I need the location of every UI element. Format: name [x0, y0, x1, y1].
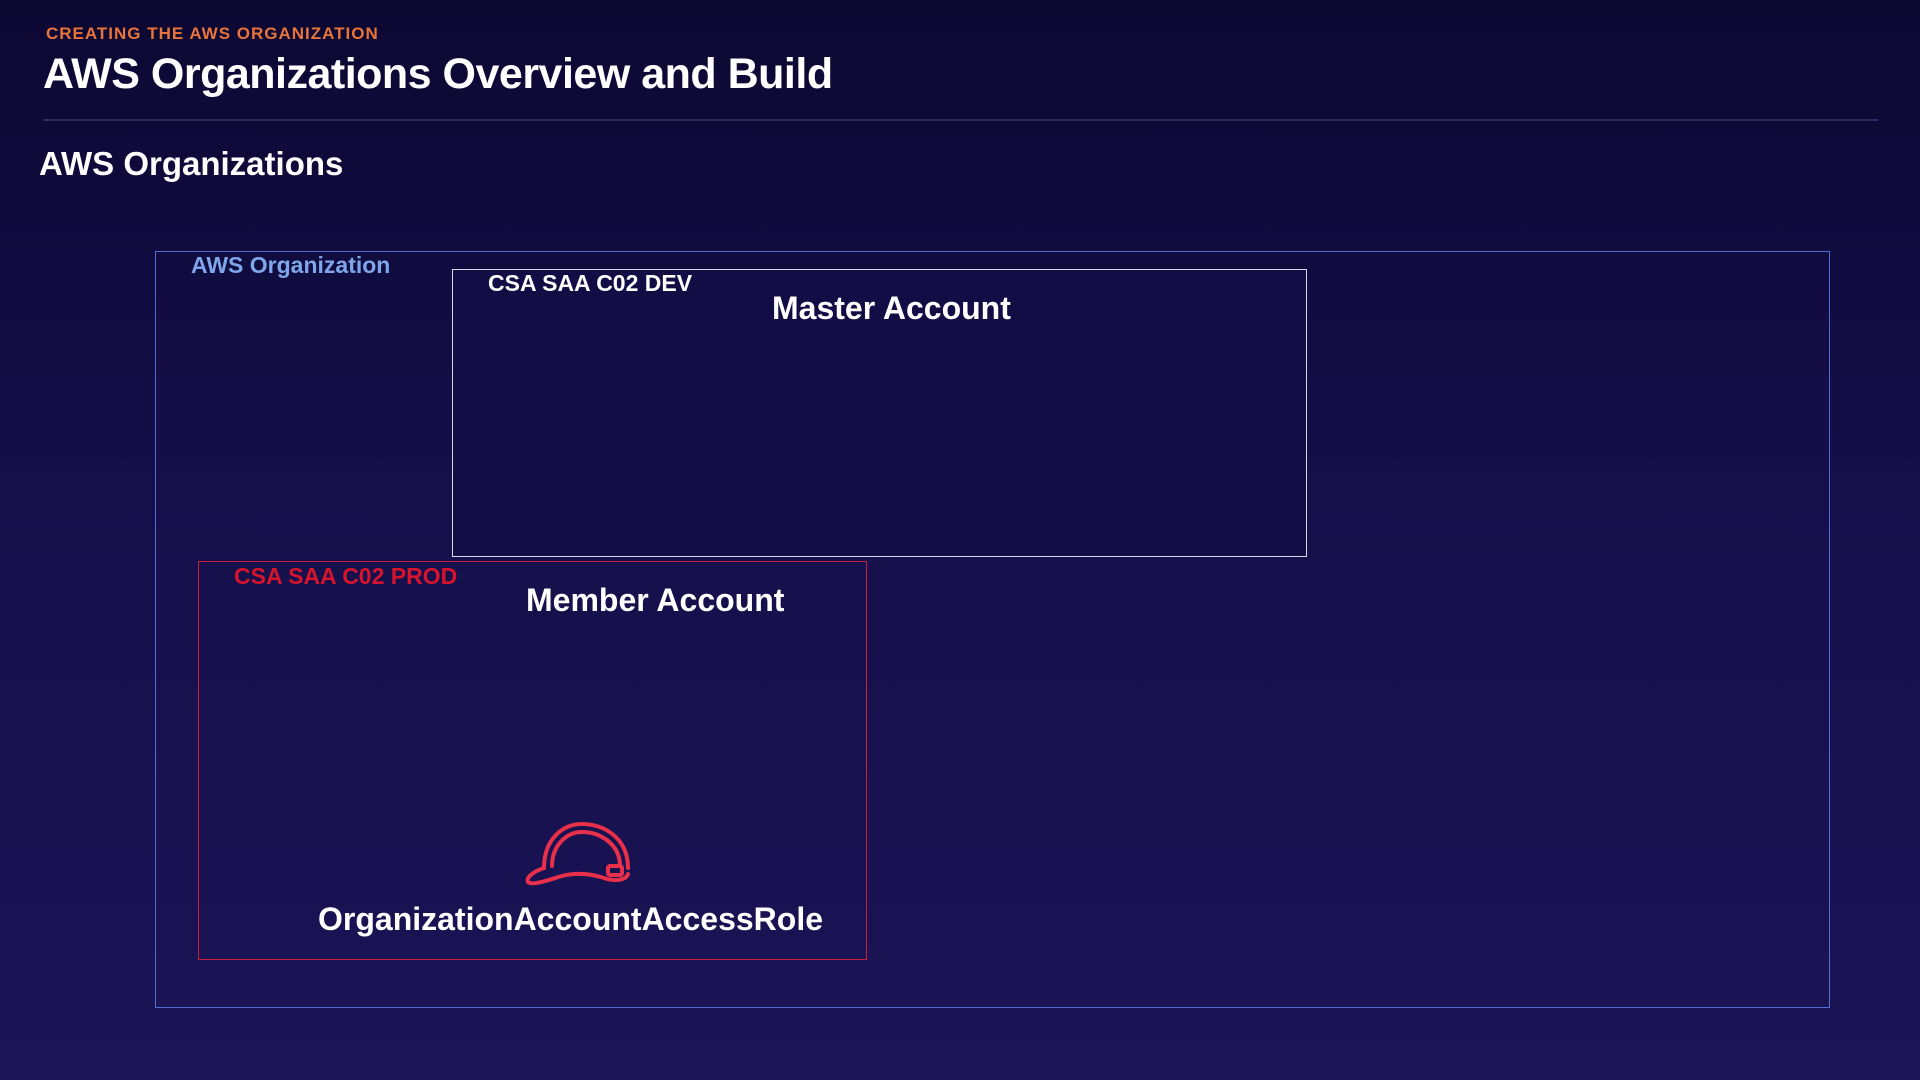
title-divider — [43, 119, 1878, 121]
section-kicker: CREATING THE AWS ORGANIZATION — [46, 24, 379, 43]
slide: CREATING THE AWS ORGANIZATION AWS Organi… — [0, 0, 1920, 1080]
hardhat-icon — [525, 822, 630, 886]
member-account-title: Member Account — [526, 582, 785, 618]
member-account-tag: CSA SAA C02 PROD — [234, 563, 458, 589]
master-account-title: Master Account — [772, 290, 1011, 326]
role-label: OrganizationAccountAccessRole — [318, 901, 823, 937]
aws-organization-label: AWS Organization — [191, 252, 391, 278]
master-account-tag: CSA SAA C02 DEV — [488, 270, 693, 296]
section-heading: AWS Organizations — [39, 145, 344, 182]
page-title: AWS Organizations Overview and Build — [43, 50, 833, 98]
